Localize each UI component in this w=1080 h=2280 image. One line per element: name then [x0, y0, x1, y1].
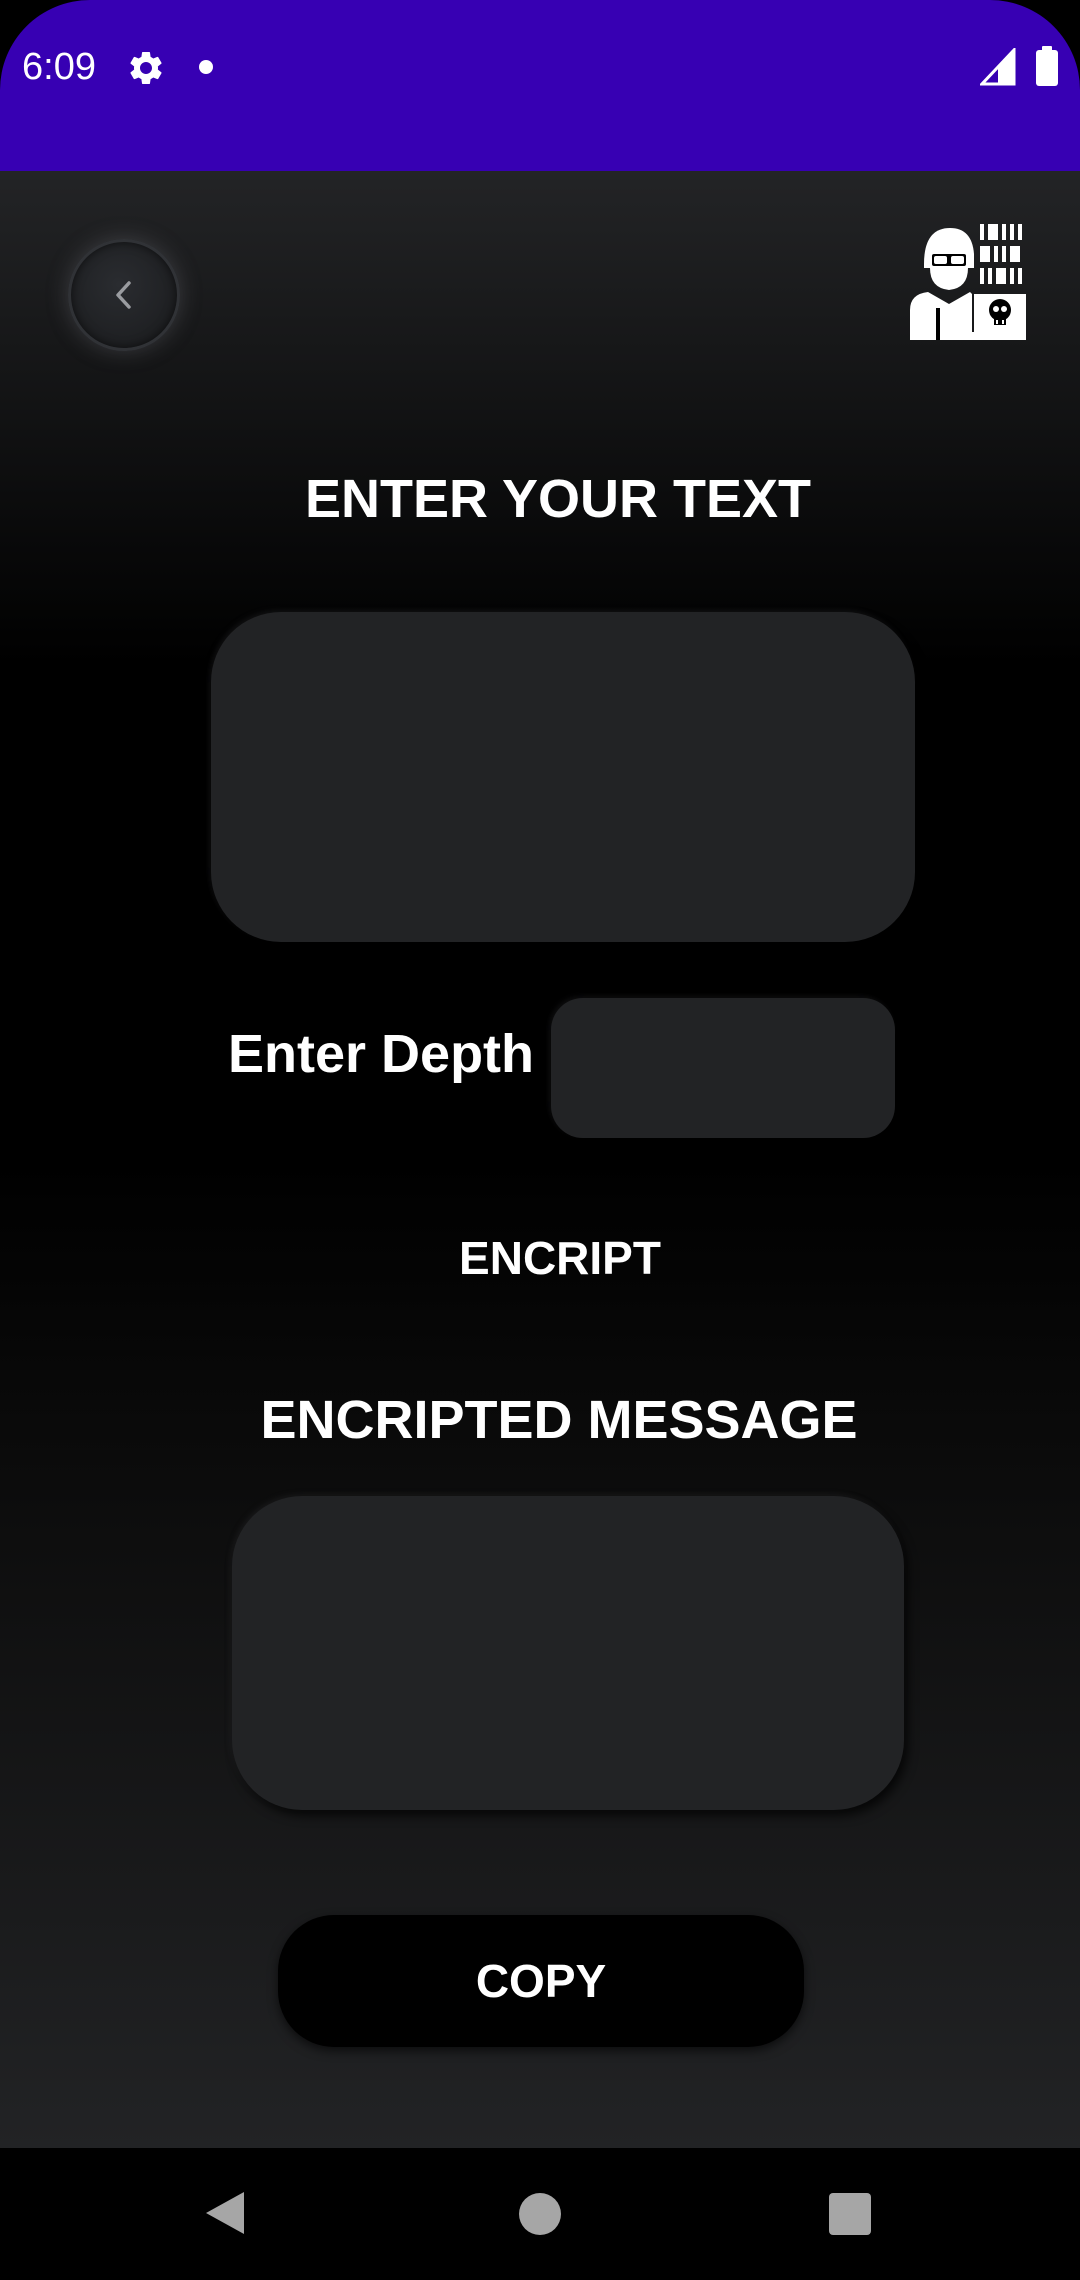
system-nav-bar — [0, 2148, 1080, 2280]
app-content: ENTER YOUR TEXT Enter Depth ENCRIPT ENCR… — [0, 171, 1080, 2148]
encrypt-button[interactable]: ENCRIPT — [440, 1225, 680, 1291]
encrypted-message-output — [232, 1496, 904, 1810]
signal-icon — [978, 46, 1016, 86]
depth-label: Enter Depth — [228, 1024, 535, 1084]
phone-screen: 6:09 ENTER YOUR TEXT Enter Depth ENCRIPT… — [0, 0, 1080, 2280]
chevron-left-icon — [116, 281, 131, 309]
status-bar: 6:09 — [0, 0, 1080, 171]
home-circle-icon[interactable] — [519, 2193, 561, 2235]
depth-input-field[interactable] — [551, 998, 895, 1138]
battery-icon — [1036, 46, 1058, 86]
status-time: 6:09 — [22, 46, 96, 88]
gear-icon — [126, 48, 166, 88]
enter-text-title: ENTER YOUR TEXT — [304, 469, 812, 529]
encrypted-message-title: ENCRIPTED MESSAGE — [260, 1390, 858, 1450]
back-triangle-icon[interactable] — [204, 2190, 246, 2241]
notification-dot-icon — [199, 60, 213, 74]
back-button[interactable] — [68, 239, 180, 351]
copy-button[interactable]: COPY — [278, 1915, 804, 2047]
recents-square-icon[interactable] — [829, 2193, 871, 2235]
hacker-icon — [910, 224, 1026, 340]
text-input-field[interactable] — [211, 612, 915, 942]
